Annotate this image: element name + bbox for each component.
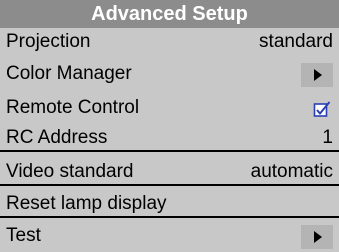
menu-item-test[interactable]: Test bbox=[0, 222, 339, 250]
menu-item-label: Remote Control bbox=[6, 97, 140, 118]
triangle-right-icon bbox=[314, 69, 322, 81]
menu-item-value: 1 bbox=[322, 127, 333, 148]
advanced-setup-menu: Advanced Setup Projection standard Color… bbox=[0, 0, 339, 252]
menu-item-rc-address[interactable]: RC Address 1 bbox=[0, 124, 339, 152]
submenu-arrow-button[interactable] bbox=[301, 63, 333, 87]
menu-item-label: RC Address bbox=[6, 127, 108, 148]
menu-item-label: Projection bbox=[6, 31, 91, 52]
menu-item-remote-control[interactable]: Remote Control bbox=[0, 94, 339, 122]
menu-item-color-manager[interactable]: Color Manager bbox=[0, 60, 339, 88]
menu-item-value: standard bbox=[259, 31, 333, 52]
menu-item-value: automatic bbox=[250, 161, 333, 182]
triangle-right-icon bbox=[314, 231, 322, 243]
menu-item-projection[interactable]: Projection standard bbox=[0, 28, 339, 56]
menu-item-video-standard[interactable]: Video standard automatic bbox=[0, 158, 339, 186]
menu-item-label: Video standard bbox=[6, 161, 134, 182]
menu-item-label: Reset lamp display bbox=[6, 193, 167, 214]
checkbox-checked-icon[interactable] bbox=[313, 100, 331, 118]
submenu-arrow-button[interactable] bbox=[301, 225, 333, 249]
menu-item-label: Test bbox=[6, 225, 41, 246]
menu-item-label: Color Manager bbox=[6, 63, 132, 84]
menu-title: Advanced Setup bbox=[0, 0, 339, 28]
menu-item-reset-lamp-display[interactable]: Reset lamp display bbox=[0, 190, 339, 218]
